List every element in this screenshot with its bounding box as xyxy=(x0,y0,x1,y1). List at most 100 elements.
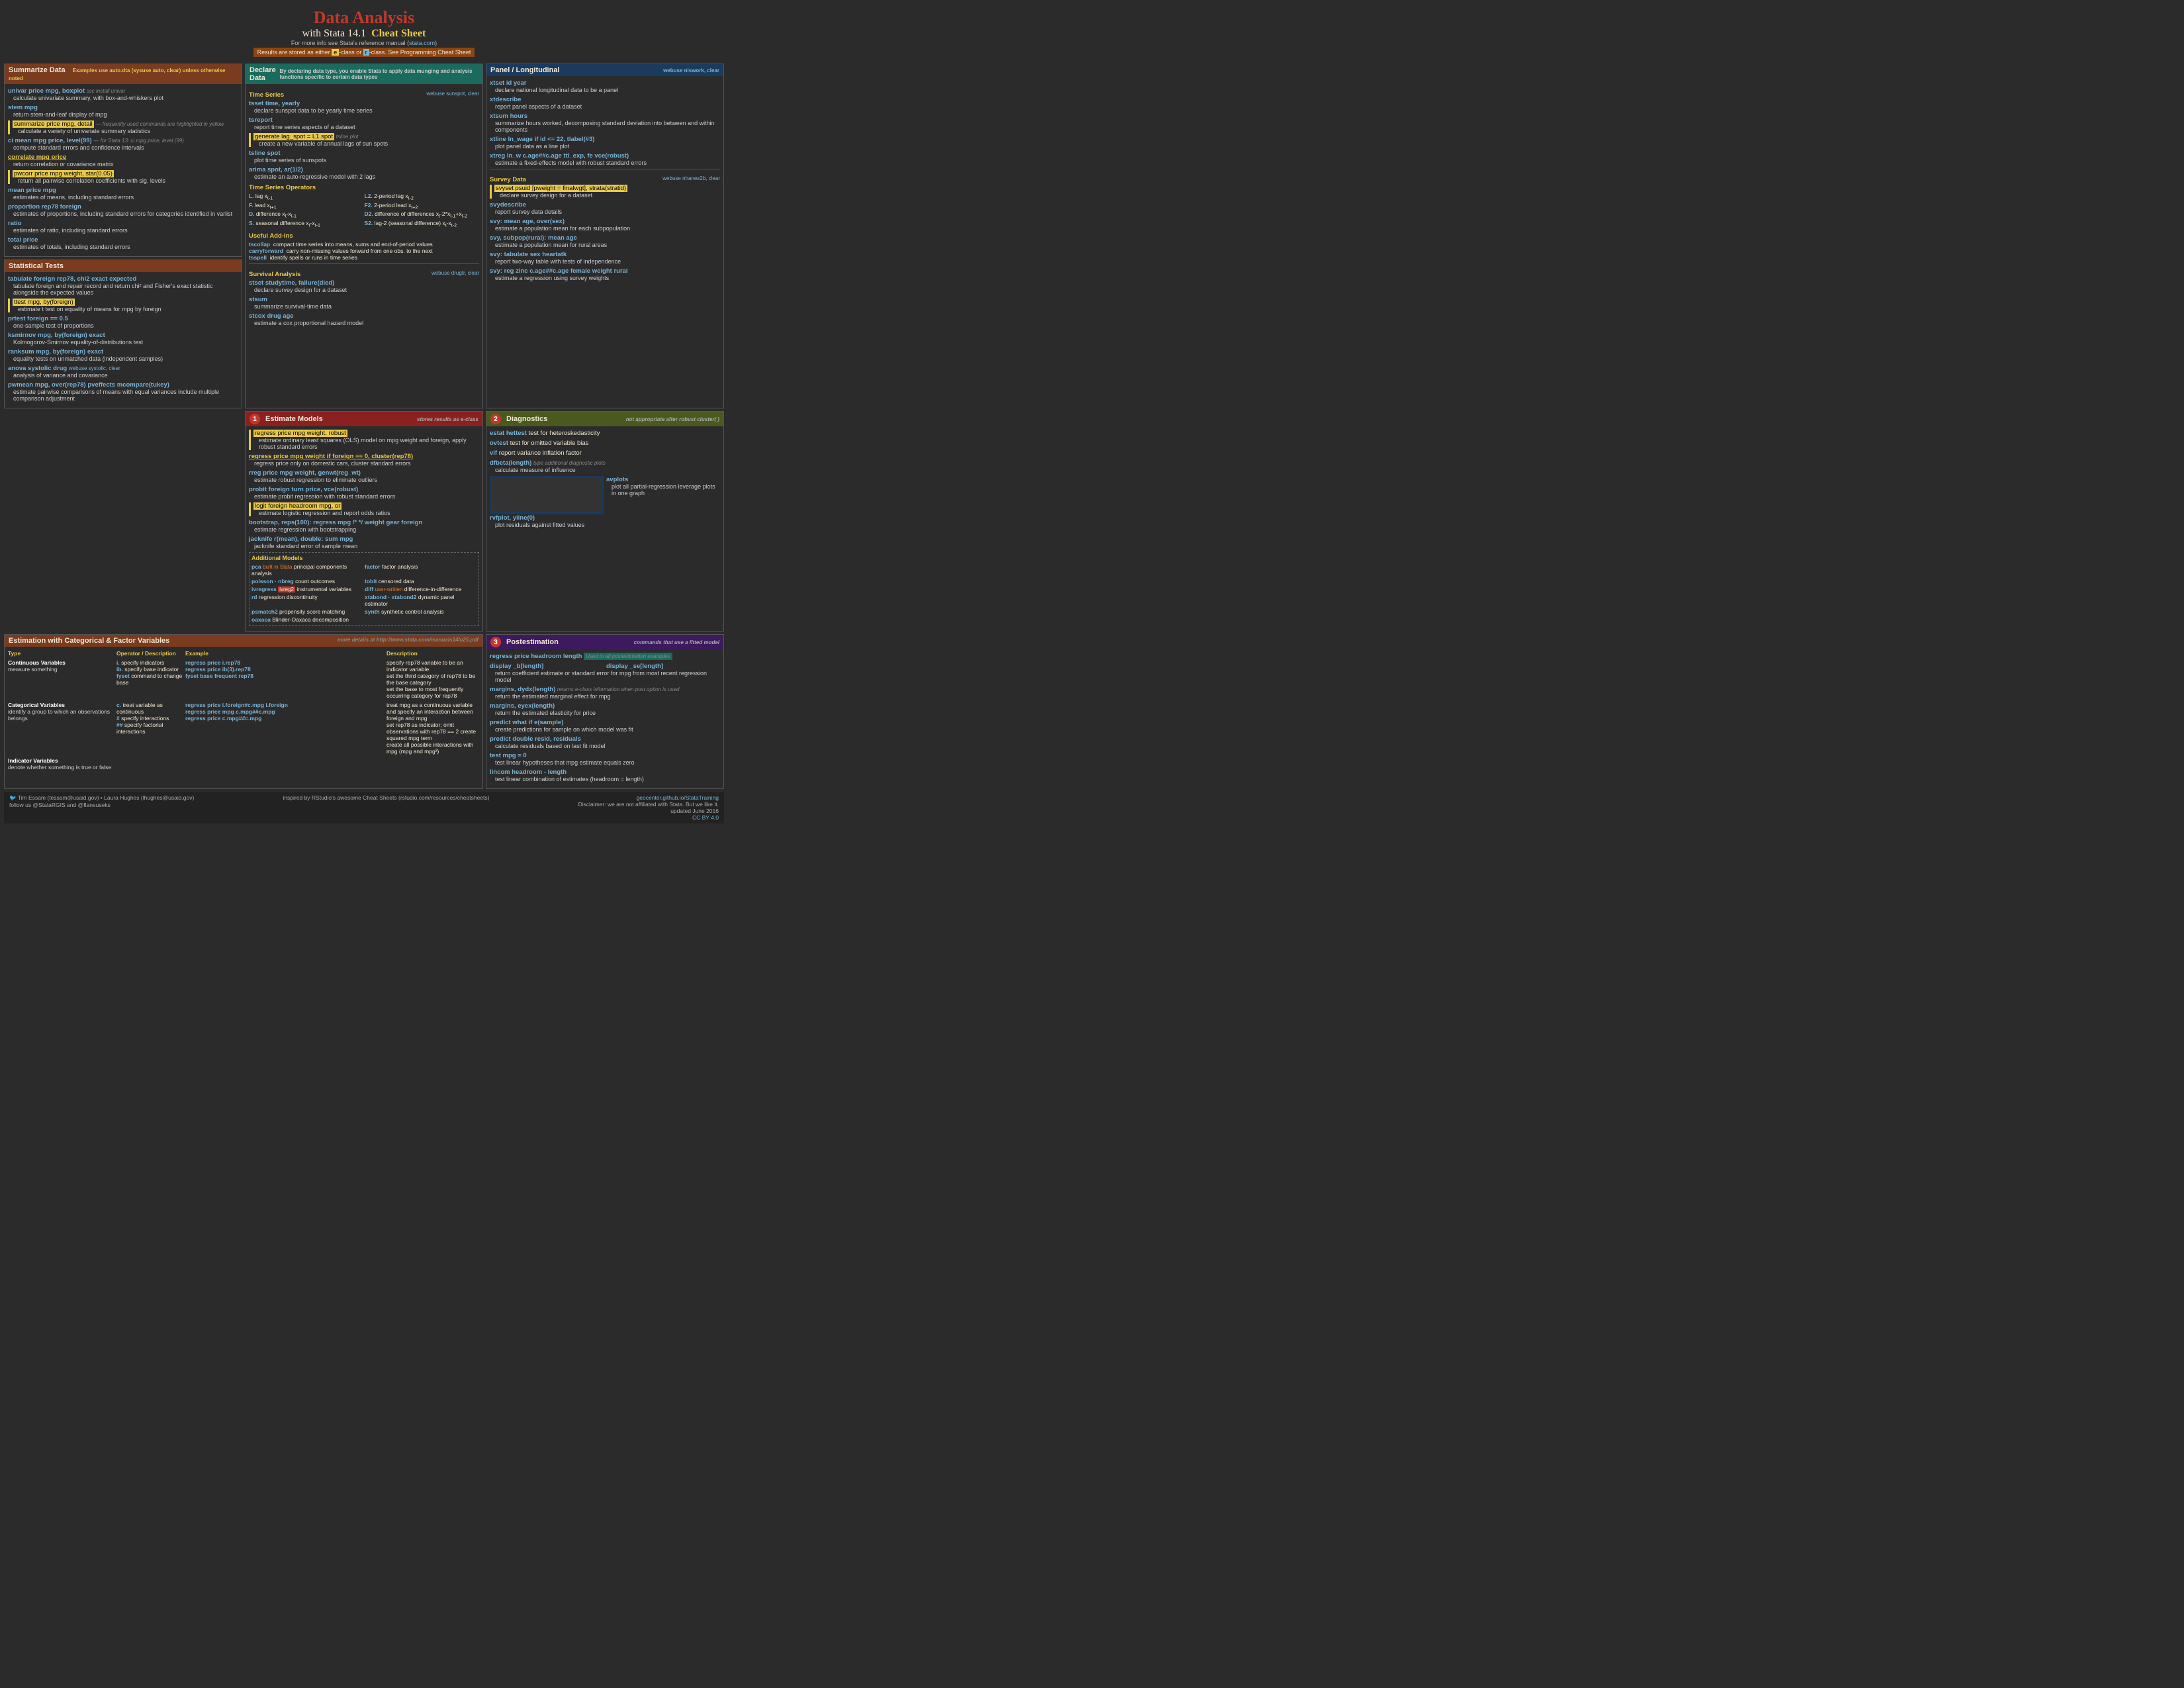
survey-webuse: webuse nhanes2b, clear xyxy=(662,175,720,181)
cmd-total: total price estimates of totals, includi… xyxy=(8,236,238,250)
statistical-tests-header: Statistical Tests xyxy=(5,260,242,272)
ts-operators-header: Time Series Operators xyxy=(249,184,479,191)
time-series-header: Time Series xyxy=(249,91,284,99)
footer-middle: inspired by RStudio's awesome Cheat Shee… xyxy=(283,794,489,821)
cmd-avplots: avplots plot all partial-regression leve… xyxy=(606,476,720,496)
rvfplot-placeholder xyxy=(490,476,604,514)
cmd-margins-dydx: margins, dydx(length) returns e-class in… xyxy=(490,686,720,700)
declare-data-section: Declare Data By declaring data type, you… xyxy=(245,64,483,408)
survey-header: Survey Data xyxy=(490,176,526,183)
cmd-lincom: lincom headroom - length test linear com… xyxy=(490,769,720,782)
cmd-tsline: tsline spot plot time series of sunspots xyxy=(249,150,479,164)
cmd-svyset: svyset psuid [pweight = finalwgt], strat… xyxy=(490,185,720,199)
cmd-correlate: correlate mpg price return correlation o… xyxy=(8,154,238,167)
postestimation-header: 3 Postestimation commands that use a fit… xyxy=(486,635,723,649)
diagnostics-note: not appropriate after robust cluster( ) xyxy=(626,416,719,422)
panel-webuse: webuse nlswork, clear xyxy=(663,68,719,73)
postestimation-section: 3 Postestimation commands that use a fit… xyxy=(486,634,724,789)
survival-analysis-subsection: Survival Analysis webuse drugtr, clear s… xyxy=(249,267,479,326)
cmd-summarize: summarize price mpg, detail — frequently… xyxy=(8,120,238,134)
cheatsheet-label: Cheat Sheet xyxy=(371,28,426,40)
cmd-ci: ci mean mpg price, level(99) — for Stata… xyxy=(8,137,238,151)
postestimation-note: commands that use a fitted model xyxy=(634,639,719,645)
cmd-pwcorr: pwcorr price mpg weight, star(0.05) retu… xyxy=(8,170,238,184)
time-series-webuse: webuse sunspot, clear xyxy=(426,91,479,97)
cmd-rvfplot: rvfplot, yline(0) plot residuals against… xyxy=(490,514,604,528)
cmd-logit: logit foreign headroom mpg, or estimate … xyxy=(249,502,479,516)
categorical-vars-section: Estimation with Categorical & Factor Var… xyxy=(4,634,483,789)
cmd-tsset: tsset time, yearly declare sunspot data … xyxy=(249,100,479,114)
badge-2: 2 xyxy=(490,414,501,424)
badge-1: 1 xyxy=(250,414,260,424)
cmd-univar: univar price mpg, boxplot ssc install un… xyxy=(8,87,238,101)
statistical-tests-section: Statistical Tests tabulate foreign rep78… xyxy=(4,259,242,408)
summarize-data-section: Summarize Data Examples use auto.dta (sy… xyxy=(4,64,242,257)
panel-longitudinal-section: Panel / Longitudinal webuse nlswork, cle… xyxy=(486,64,724,408)
subtitle: with Stata 14.1 xyxy=(302,28,366,40)
summarize-data-header: Summarize Data Examples use auto.dta (sy… xyxy=(5,64,242,84)
cmd-stcox: stcox drug age estimate a cox proportion… xyxy=(249,312,479,326)
cmd-mean: mean price mpg estimates of means, inclu… xyxy=(8,187,238,201)
declare-data-header: Declare Data By declaring data type, you… xyxy=(246,64,482,84)
survival-webuse: webuse drugtr, clear xyxy=(432,270,479,276)
categorical-table: Type Operator / Description Example Desc… xyxy=(8,650,479,771)
cmd-xtset: xtset id year declare national longitudi… xyxy=(490,79,720,93)
cmd-xtline: xtline ln_wage if id <= 22, tlabel(#3) p… xyxy=(490,136,720,150)
useful-addins-header: Useful Add-Ins xyxy=(249,232,479,240)
categorical-vars-header: Estimation with Categorical & Factor Var… xyxy=(5,635,482,647)
cmd-estat-hettest: estat hettest test for heteroskedasticit… xyxy=(490,430,720,437)
cmd-xtdescribe: xtdescribe report panel aspects of a dat… xyxy=(490,96,720,110)
cmd-arima: arima spot, ar(1/2) estimate an auto-reg… xyxy=(249,166,479,180)
cmd-test-mpg: test mpg = 0 test linear hypotheses that… xyxy=(490,752,720,766)
cmd-ksmirnov: ksmirnov mpg, by(foreign) exact Kolmogor… xyxy=(8,332,238,346)
stored-note: Results are stored as either e-class or … xyxy=(253,48,475,57)
page-footer: 🐦 Tim Essam (tessam@usaid.gov) • Laura H… xyxy=(4,792,724,823)
page-header: Data Analysis with Stata 14.1 Cheat Shee… xyxy=(4,4,724,61)
stores-note: stores results as e-class xyxy=(417,416,478,422)
cmd-tabulate: tabulate foreign rep78, chi2 exact expec… xyxy=(8,275,238,296)
additional-models-grid: pca built-in Stata principal components … xyxy=(251,563,477,623)
cmd-predict-esample: predict what if e(sample) create predict… xyxy=(490,719,720,733)
cmd-anova: anova systolic drug webuse systolic, cle… xyxy=(8,365,238,379)
cmd-svy-reg: svy: reg zinc c.age##c.age female weight… xyxy=(490,267,720,281)
cmd-ttest: ttest mpg, by(foreign) estimate t test o… xyxy=(8,299,238,312)
cmd-stsum: stsum summarize survival-time data xyxy=(249,296,479,310)
cmd-ranksum: ranksum mpg, by(foreign) exact equality … xyxy=(8,348,238,362)
ts-operators-table: L. lag xt-1 L2. 2-period lag xt-2 F. lea… xyxy=(249,193,479,228)
badge-3: 3 xyxy=(490,637,501,647)
cmd-probit: probit foreign turn price, vce(robust) e… xyxy=(249,486,479,500)
cmd-proportion: proportion rep78 foreign estimates of pr… xyxy=(8,203,238,217)
footer-left: 🐦 Tim Essam (tessam@usaid.gov) • Laura H… xyxy=(9,794,194,821)
cmd-svy-tab: svy: tabulate sex heartatk report two-wa… xyxy=(490,251,720,265)
survey-data-subsection: Survey Data webuse nhanes2b, clear svyse… xyxy=(490,172,720,281)
cmd-tsreport: tsreport report time series aspects of a… xyxy=(249,117,479,130)
cmd-pwmean: pwmean mpg, over(rep78) pveffects mcompa… xyxy=(8,381,238,402)
cmd-svy-subpop: svy, subpop(rural): mean age estimate a … xyxy=(490,234,720,248)
main-title: Data Analysis xyxy=(253,8,475,28)
footer-right: geocenter.github.io/StataTraining Discla… xyxy=(578,794,719,821)
display-cmds: display _b[length] display _se[length] xyxy=(490,663,720,670)
cmd-svydescribe: svydescribe report survey data details xyxy=(490,201,720,215)
cmd-generate-lag: generate lag_spot = L1.spot tsline plot … xyxy=(249,133,479,147)
cmd-predict-resid: predict double resid, residuals calculat… xyxy=(490,735,720,749)
cmd-bootstrap: bootstrap, reps(100): regress mpg /* */ … xyxy=(249,519,479,533)
cmd-regress-post: regress price headroom length Used in al… xyxy=(490,653,720,660)
cmd-jacknife: jacknife r(mean), double: sum mpg jackni… xyxy=(249,536,479,549)
estimate-models-header: 1 Estimate Models stores results as e-cl… xyxy=(246,412,482,426)
cmd-xtsum: xtsum hours summarize hours worked, deco… xyxy=(490,113,720,133)
cmd-xtreg: xtreg ln_w c.age##c.age ttl_exp, fe vce(… xyxy=(490,152,720,166)
cmd-regress-cluster: regress price mpg weight if foreign == 0… xyxy=(249,453,479,467)
cmd-ratio: ratio estimates of ratio, including stan… xyxy=(8,220,238,234)
cmd-dfbeta: dfbeta(length) type additional diagnosti… xyxy=(490,459,720,473)
survival-header: Survival Analysis xyxy=(249,271,300,278)
cmd-stset: stset studytime, failure(died) declare s… xyxy=(249,279,479,293)
time-series-subsection: Time Series webuse sunspot, clear tsset … xyxy=(249,87,479,261)
estimate-models-section: 1 Estimate Models stores results as e-cl… xyxy=(245,411,483,632)
panel-header: Panel / Longitudinal webuse nlswork, cle… xyxy=(486,64,723,76)
cmd-stem: stem mpg return stem-and-leaf display of… xyxy=(8,104,238,118)
additional-models-box: Additional Models pca built-in Stata pri… xyxy=(249,552,479,626)
cmd-vif: vif report variance inflation factor xyxy=(490,449,720,457)
additional-models-header: Additional Models xyxy=(251,555,477,561)
cmd-prtest: prtest foreign == 0.5 one-sample test of… xyxy=(8,315,238,329)
cmd-svy-mean: svy: mean age, over(sex) estimate a popu… xyxy=(490,218,720,232)
